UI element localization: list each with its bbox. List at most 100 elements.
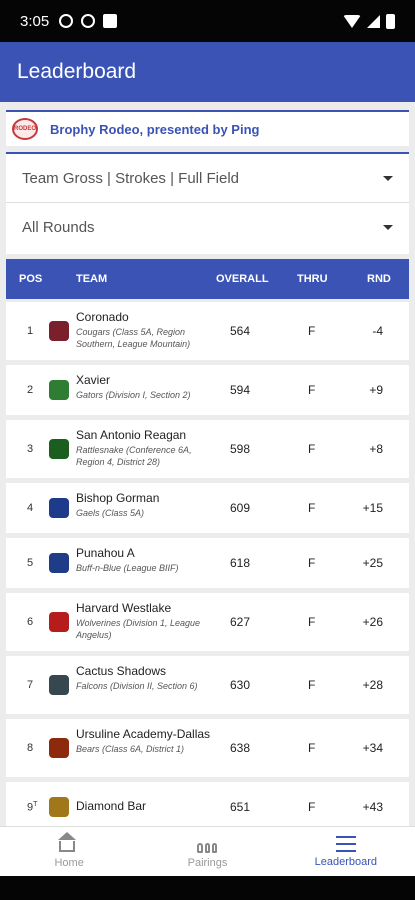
team-logo bbox=[49, 612, 69, 632]
row-thru: F bbox=[308, 324, 316, 338]
row-rnd: +43 bbox=[362, 800, 383, 814]
team-name: Harvard Westlake bbox=[76, 601, 172, 615]
team-name: Bishop Gorman bbox=[76, 491, 160, 505]
table-row[interactable]: 3 San Antonio Reagan Rattlesnake (Confer… bbox=[6, 420, 409, 478]
team-logo bbox=[49, 321, 69, 341]
row-pos: 2 bbox=[27, 384, 34, 396]
team-name: Punahou A bbox=[76, 546, 135, 560]
team-subtitle: Cougars (Class 5A, Region Southern, Leag… bbox=[76, 327, 191, 349]
nav-leaderboard[interactable]: Leaderboard bbox=[277, 827, 415, 876]
row-overall: 618 bbox=[230, 556, 251, 570]
do-not-disturb-icon bbox=[81, 14, 96, 28]
row-rnd: +15 bbox=[362, 501, 383, 515]
row-overall: 598 bbox=[230, 442, 251, 456]
bottom-nav: Home Pairings Leaderboard bbox=[0, 826, 415, 876]
status-bar: 3:05 bbox=[0, 0, 415, 42]
team-name: Diamond Bar bbox=[76, 799, 147, 813]
wifi-icon bbox=[343, 14, 361, 28]
table-header: POS TEAM OVERALL THRU RND bbox=[6, 259, 409, 299]
team-logo bbox=[49, 380, 69, 400]
team-logo bbox=[49, 498, 69, 518]
row-overall: 638 bbox=[230, 741, 251, 755]
team-name: Ursuline Academy-Dallas bbox=[76, 727, 211, 741]
row-overall: 630 bbox=[230, 678, 251, 692]
header-thru[interactable]: THRU bbox=[297, 273, 328, 285]
row-thru: F bbox=[308, 678, 316, 692]
team-cell: Diamond Bar bbox=[76, 799, 216, 814]
battery-icon bbox=[386, 13, 395, 29]
team-name: San Antonio Reagan bbox=[76, 428, 187, 442]
home-icon bbox=[58, 831, 77, 852]
tournament-name: Brophy Rodeo, presented by Ping bbox=[50, 121, 260, 137]
team-cell: Xavier Gators (Division I, Section 2) bbox=[76, 373, 216, 401]
cell-signal-icon bbox=[367, 14, 380, 28]
row-pos: 1 bbox=[27, 325, 34, 337]
tie-marker: T bbox=[33, 801, 38, 808]
row-overall: 651 bbox=[230, 800, 251, 814]
table-row[interactable]: 7 Cactus Shadows Falcons (Division II, S… bbox=[6, 656, 409, 714]
status-time: 3:05 bbox=[20, 12, 50, 30]
app-notification-icon bbox=[103, 14, 118, 28]
row-overall: 609 bbox=[230, 501, 251, 515]
team-cell: San Antonio Reagan Rattlesnake (Conferen… bbox=[76, 428, 216, 468]
table-row[interactable]: 5 Punahou A Buff-n-Blue (League BIIF) 61… bbox=[6, 538, 409, 588]
nav-pairings-label: Pairings bbox=[187, 856, 228, 869]
row-thru: F bbox=[308, 800, 316, 814]
table-row[interactable]: 6 Harvard Westlake Wolverines (Division … bbox=[6, 593, 409, 651]
row-pos: 5 bbox=[27, 557, 34, 569]
row-pos: 8 bbox=[27, 742, 34, 754]
row-overall: 627 bbox=[230, 615, 251, 629]
caret-down-icon bbox=[383, 175, 393, 181]
row-rnd: +26 bbox=[362, 615, 383, 629]
system-nav-bar bbox=[0, 876, 415, 900]
tournament-banner[interactable]: RODEO Brophy Rodeo, presented by Ping bbox=[6, 110, 409, 146]
team-logo bbox=[49, 738, 69, 758]
row-pos: 6 bbox=[27, 616, 34, 628]
nav-leaderboard-label: Leaderboard bbox=[314, 855, 378, 868]
filters-panel: Team Gross | Strokes | Full Field All Ro… bbox=[6, 152, 409, 254]
header-overall[interactable]: OVERALL bbox=[216, 273, 269, 285]
row-rnd: +28 bbox=[362, 678, 383, 692]
row-overall: 564 bbox=[230, 324, 251, 338]
tournament-logo: RODEO bbox=[12, 118, 38, 140]
view-dropdown[interactable]: Team Gross | Strokes | Full Field bbox=[6, 154, 409, 203]
team-logo bbox=[49, 553, 69, 573]
row-pos: 7 bbox=[27, 679, 34, 691]
row-pos: 4 bbox=[27, 502, 34, 514]
table-row[interactable]: 9T Diamond Bar 651 F +43 bbox=[6, 782, 409, 832]
row-thru: F bbox=[308, 556, 316, 570]
row-overall: 594 bbox=[230, 383, 251, 397]
team-cell: Coronado Cougars (Class 5A, Region South… bbox=[76, 310, 216, 350]
nav-home-label: Home bbox=[54, 856, 84, 869]
rounds-dropdown[interactable]: All Rounds bbox=[6, 203, 409, 252]
app-bar: Leaderboard bbox=[0, 42, 415, 102]
nav-pairings[interactable]: Pairings bbox=[138, 827, 276, 876]
table-row[interactable]: 2 Xavier Gators (Division I, Section 2) … bbox=[6, 365, 409, 415]
header-pos[interactable]: POS bbox=[19, 273, 42, 285]
header-rnd[interactable]: RND bbox=[367, 273, 391, 285]
table-row[interactable]: 1 Coronado Cougars (Class 5A, Region Sou… bbox=[6, 302, 409, 360]
nav-home[interactable]: Home bbox=[0, 827, 138, 876]
team-subtitle: Rattlesnake (Conference 6A, Region 4, Di… bbox=[76, 445, 192, 467]
team-cell: Harvard Westlake Wolverines (Division 1,… bbox=[76, 601, 216, 641]
team-logo bbox=[49, 797, 69, 817]
row-thru: F bbox=[308, 615, 316, 629]
row-thru: F bbox=[308, 501, 316, 515]
header-team[interactable]: TEAM bbox=[76, 273, 107, 285]
view-dropdown-value: Team Gross | Strokes | Full Field bbox=[22, 169, 240, 187]
notification-icon bbox=[59, 14, 74, 28]
team-cell: Ursuline Academy-Dallas Bears (Class 6A,… bbox=[76, 727, 216, 755]
rounds-dropdown-value: All Rounds bbox=[22, 219, 95, 236]
caret-down-icon bbox=[383, 225, 393, 230]
team-subtitle: Gaels (Class 5A) bbox=[76, 508, 145, 518]
row-thru: F bbox=[308, 741, 316, 755]
people-icon bbox=[197, 835, 218, 853]
row-pos: 9T bbox=[27, 801, 38, 814]
table-row[interactable]: 4 Bishop Gorman Gaels (Class 5A) 609 F +… bbox=[6, 483, 409, 533]
team-cell: Punahou A Buff-n-Blue (League BIIF) bbox=[76, 546, 216, 574]
row-rnd: -4 bbox=[372, 324, 383, 338]
team-name: Coronado bbox=[76, 310, 129, 324]
row-thru: F bbox=[308, 442, 316, 456]
table-row[interactable]: 8 Ursuline Academy-Dallas Bears (Class 6… bbox=[6, 719, 409, 777]
team-cell: Cactus Shadows Falcons (Division II, Sec… bbox=[76, 664, 216, 692]
